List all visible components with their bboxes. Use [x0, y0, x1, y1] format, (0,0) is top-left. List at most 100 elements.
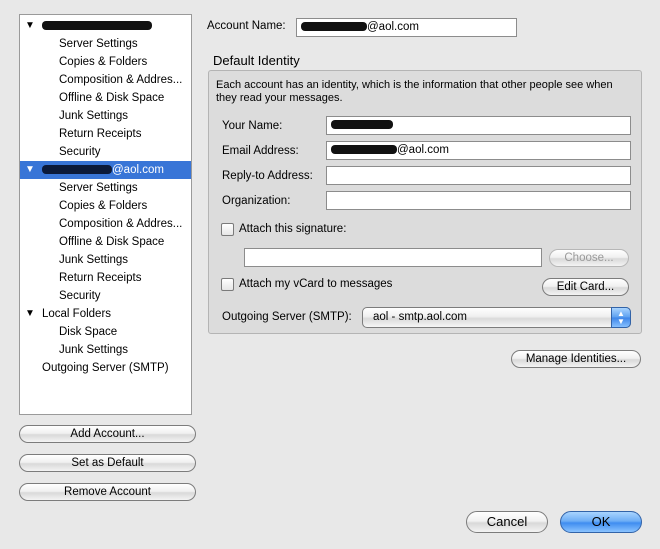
up-down-arrows-icon: ▲ ▼	[611, 307, 631, 328]
tree-item[interactable]: Offline & Disk Space	[20, 233, 191, 251]
tree-item-label: Server Settings	[59, 35, 138, 53]
tree-item-text: Offline & Disk Space	[59, 236, 165, 248]
tree-item-text: Composition & Addres...	[59, 74, 183, 86]
tree-item-label: Disk Space	[59, 323, 117, 341]
tree-item-label: Composition & Addres...	[59, 71, 182, 89]
tree-item[interactable]: Composition & Addres...	[20, 215, 191, 233]
tree-item-text: Junk Settings	[59, 254, 129, 266]
tree-item-label: @aol.com	[42, 161, 164, 179]
tree-item-label: Copies & Folders	[59, 197, 147, 215]
tree-item-text: Junk Settings	[59, 344, 129, 356]
add-account-button[interactable]: Add Account...	[19, 425, 196, 443]
tree-item[interactable]: Composition & Addres...	[20, 71, 191, 89]
your-name-label: Your Name:	[222, 120, 283, 132]
tree-item-text: Disk Space	[59, 326, 118, 338]
tree-item-label: Offline & Disk Space	[59, 233, 164, 251]
redacted-text	[42, 165, 112, 175]
your-name-field[interactable]	[326, 116, 631, 135]
tree-item-text: Outgoing Server (SMTP)	[42, 362, 169, 374]
remove-account-button[interactable]: Remove Account	[19, 483, 196, 501]
outgoing-server-label: Outgoing Server (SMTP):	[222, 311, 352, 323]
tree-item[interactable]: Server Settings	[20, 179, 191, 197]
redacted-text	[301, 22, 367, 32]
tree-item[interactable]: Offline & Disk Space	[20, 89, 191, 107]
tree-item-label: Server Settings	[59, 179, 138, 197]
disclosure-triangle-icon[interactable]: ▼	[24, 305, 36, 323]
tree-item-label: Outgoing Server (SMTP)	[42, 359, 169, 377]
email-address-value: @aol.com	[397, 144, 449, 156]
outgoing-server-value: aol - smtp.aol.com	[373, 311, 467, 323]
tree-item-text: Composition & Addres...	[59, 218, 183, 230]
tree-item-text: Offline & Disk Space	[59, 92, 165, 104]
default-identity-group: Each account has an identity, which is t…	[208, 70, 642, 334]
manage-identities-button[interactable]: Manage Identities...	[511, 350, 641, 368]
tree-item-text: Return Receipts	[59, 272, 142, 284]
tree-item-label: Security	[59, 287, 101, 305]
tree-item[interactable]: ▼	[20, 17, 191, 35]
default-identity-title: Default Identity	[213, 53, 300, 68]
tree-item[interactable]: Copies & Folders	[20, 197, 191, 215]
reply-to-label: Reply-to Address:	[222, 170, 313, 182]
tree-item-label: Junk Settings	[59, 107, 128, 125]
tree-item-text: Copies & Folders	[59, 200, 148, 212]
tree-item-label: Security	[59, 143, 101, 161]
outgoing-server-select[interactable]: aol - smtp.aol.com ▲ ▼	[362, 307, 631, 328]
tree-item-label: Local Folders	[42, 305, 111, 323]
tree-item[interactable]: Junk Settings	[20, 251, 191, 269]
tree-item-text: Copies & Folders	[59, 56, 148, 68]
signature-path-field[interactable]	[244, 248, 542, 267]
account-name-label: Account Name:	[207, 20, 286, 32]
attach-signature-label: Attach this signature:	[239, 223, 347, 235]
disclosure-triangle-icon[interactable]: ▼	[24, 17, 36, 35]
tree-item-text: Server Settings	[59, 38, 138, 50]
account-name-field[interactable]: @aol.com	[296, 18, 517, 37]
tree-item[interactable]: Disk Space	[20, 323, 191, 341]
tree-item[interactable]: ▼ @aol.com	[20, 161, 191, 179]
redacted-text	[331, 120, 393, 130]
ok-button[interactable]: OK	[560, 511, 642, 533]
tree-item-label: Copies & Folders	[59, 53, 147, 71]
reply-to-field[interactable]	[326, 166, 631, 185]
attach-vcard-checkbox[interactable]	[221, 278, 234, 291]
tree-item[interactable]: Return Receipts	[20, 125, 191, 143]
set-as-default-button[interactable]: Set as Default	[19, 454, 196, 472]
email-address-label: Email Address:	[222, 145, 299, 157]
tree-item-text: Return Receipts	[59, 128, 142, 140]
tree-item-text: Security	[59, 146, 101, 158]
tree-item[interactable]: Return Receipts	[20, 269, 191, 287]
attach-vcard-label: Attach my vCard to messages	[239, 278, 393, 290]
tree-item-label	[42, 17, 152, 35]
tree-item-text: Local Folders	[42, 308, 112, 320]
tree-item[interactable]: Junk Settings	[20, 107, 191, 125]
email-address-field[interactable]: @aol.com	[326, 141, 631, 160]
attach-signature-checkbox[interactable]	[221, 223, 234, 236]
account-tree[interactable]: ▼ Server Settings Copies & Folders Composit…	[19, 14, 192, 415]
tree-item-label: Composition & Addres...	[59, 215, 182, 233]
account-name-value: @aol.com	[367, 21, 419, 33]
tree-item[interactable]: ▼ Local Folders	[20, 305, 191, 323]
cancel-button[interactable]: Cancel	[466, 511, 548, 533]
edit-card-button[interactable]: Edit Card...	[542, 278, 629, 296]
tree-item[interactable]: Security	[20, 143, 191, 161]
tree-item[interactable]: Junk Settings	[20, 341, 191, 359]
tree-item-label: Junk Settings	[59, 251, 128, 269]
choose-button[interactable]: Choose...	[549, 249, 629, 267]
tree-item-text: Security	[59, 290, 101, 302]
organization-label: Organization:	[222, 195, 291, 207]
tree-item[interactable]: Copies & Folders	[20, 53, 191, 71]
identity-description: Each account has an identity, which is t…	[216, 79, 613, 104]
redacted-text	[331, 145, 397, 155]
tree-item-text: Junk Settings	[59, 110, 129, 122]
tree-item-label: Junk Settings	[59, 341, 128, 359]
tree-item[interactable]: Server Settings	[20, 35, 191, 53]
disclosure-triangle-icon[interactable]: ▼	[24, 161, 36, 179]
tree-item-label: Return Receipts	[59, 269, 141, 287]
tree-item-text: Server Settings	[59, 182, 138, 194]
tree-item[interactable]: Security	[20, 287, 191, 305]
redacted-text	[42, 21, 152, 31]
tree-item[interactable]: Outgoing Server (SMTP)	[20, 359, 191, 377]
tree-item-label: Offline & Disk Space	[59, 89, 164, 107]
tree-item-label: Return Receipts	[59, 125, 141, 143]
tree-item-text: @aol.com	[112, 164, 164, 176]
organization-field[interactable]	[326, 191, 631, 210]
